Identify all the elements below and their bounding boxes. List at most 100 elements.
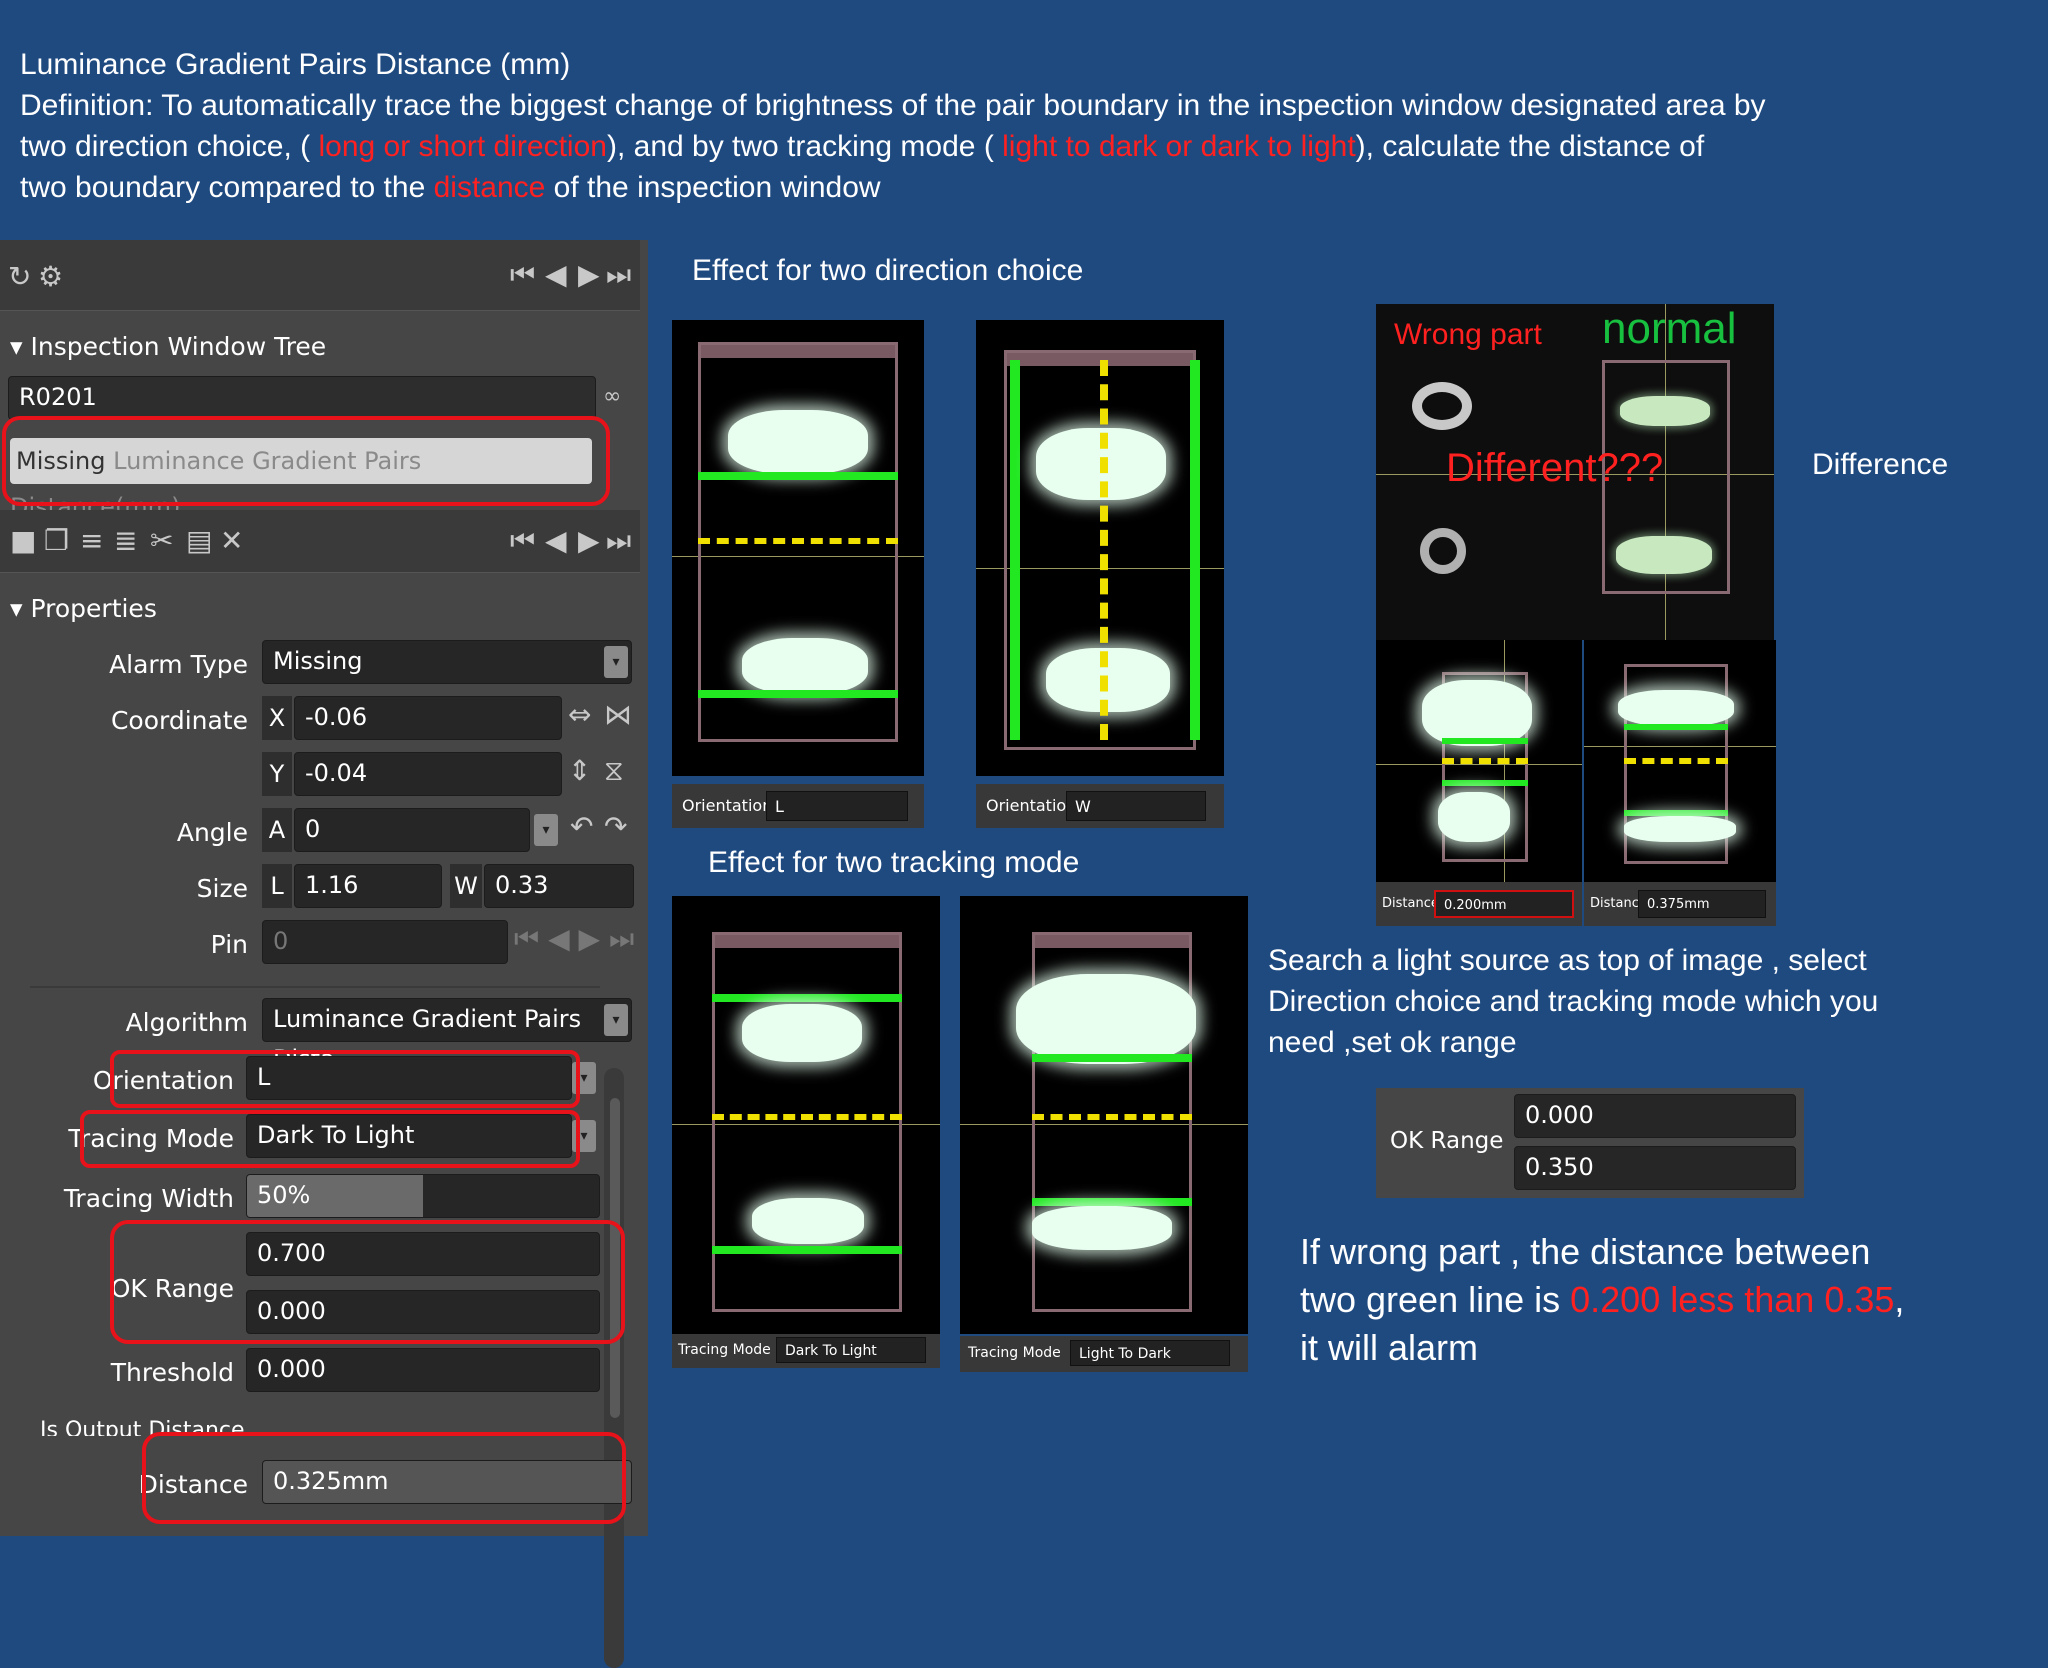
pin-input[interactable]: 0 bbox=[262, 920, 508, 964]
tree-header[interactable]: ▾ Inspection Window Tree bbox=[10, 332, 326, 361]
pin-nav-icon[interactable]: ⏮ ◀ ▶ ⏭ bbox=[514, 922, 634, 956]
direction-long-image bbox=[672, 320, 924, 776]
prev-icon[interactable]: ◀ bbox=[545, 258, 567, 291]
orientation-control-l: Orientation L bbox=[672, 784, 924, 828]
last-icon[interactable]: ⏭ bbox=[606, 258, 631, 292]
divider bbox=[30, 986, 600, 988]
highlight-distance bbox=[142, 1432, 626, 1524]
next-icon[interactable]: ▶ bbox=[578, 258, 600, 291]
tracking-highlight: light to dark or dark to light bbox=[1002, 130, 1356, 163]
prev-icon-2[interactable]: ◀ bbox=[545, 524, 567, 557]
definition-line-1: Definition: To automatically trace the b… bbox=[20, 89, 1766, 122]
highlight-missing bbox=[2, 416, 610, 506]
ok-range-panel-max[interactable]: 0.000 bbox=[1514, 1094, 1796, 1138]
tracking-dark-to-light-image bbox=[672, 896, 940, 1334]
top-toolbar: ↻ ⚙ ⏮ ◀ ▶ ⏭ bbox=[0, 240, 640, 311]
coordinate-label: Coordinate bbox=[110, 706, 248, 735]
orientation-control-w: Orientation W bbox=[976, 784, 1224, 828]
definition-line-3: two boundary compared to the distance of… bbox=[20, 171, 881, 204]
tracing-mode-select-dtl[interactable]: Dark To Light bbox=[776, 1337, 926, 1363]
edit-toolbar: ■ ❐ ≡ ≣ ✂ ▤ ✕ ⏮ ◀ ▶ ⏭ bbox=[0, 510, 640, 573]
next-icon-2[interactable]: ▶ bbox=[578, 524, 600, 557]
normal-label: normal bbox=[1602, 304, 1737, 353]
chevron-down-icon[interactable]: ▾ bbox=[604, 646, 628, 678]
w-tag: W bbox=[450, 864, 482, 908]
algorithm-select[interactable]: Luminance Gradient Pairs Dista bbox=[262, 998, 632, 1073]
orientation-select-w[interactable]: W bbox=[1066, 791, 1206, 821]
align-icon[interactable]: ≡ bbox=[80, 524, 103, 557]
threshold-label: Threshold bbox=[110, 1358, 234, 1387]
l-tag: L bbox=[262, 864, 292, 908]
rotate-left-icon[interactable]: ↶ bbox=[570, 810, 593, 843]
angle-label: Angle bbox=[176, 818, 248, 847]
delete-icon[interactable]: ✕ bbox=[220, 524, 243, 557]
tracing-mode-control-ltd: Tracing Mode Light To Dark bbox=[960, 1336, 1248, 1372]
ok-range-panel-label: OK Range bbox=[1390, 1128, 1504, 1154]
y-input[interactable]: -0.04 bbox=[294, 752, 562, 796]
alarm-type-select[interactable]: Missing bbox=[262, 640, 632, 684]
rotate-right-icon[interactable]: ↷ bbox=[604, 810, 627, 843]
flip-h-icon[interactable]: ⋈ bbox=[604, 698, 632, 731]
highlight-orientation bbox=[110, 1050, 580, 1108]
move-v-icon[interactable]: ⇕ bbox=[568, 754, 591, 787]
angle-input[interactable]: 0 bbox=[294, 808, 530, 852]
tracking-light-to-dark-image bbox=[960, 896, 1248, 1334]
first-icon[interactable]: ⏮ bbox=[510, 258, 535, 292]
tracing-width-slider[interactable]: 50% bbox=[246, 1174, 600, 1218]
refresh-icon[interactable]: ↻ bbox=[8, 260, 31, 293]
orientation-select-l[interactable]: L bbox=[766, 791, 908, 821]
tracing-width-label: Tracing Width bbox=[63, 1184, 234, 1213]
algorithm-label: Algorithm bbox=[125, 1008, 248, 1037]
align-right-icon[interactable]: ≣ bbox=[114, 524, 137, 557]
chevron-down-icon[interactable]: ▾ bbox=[534, 814, 558, 846]
x-input[interactable]: -0.06 bbox=[294, 696, 562, 740]
tracing-mode-select-ltd[interactable]: Light To Dark bbox=[1070, 1340, 1230, 1366]
tree-item-r0201[interactable]: R0201 bbox=[8, 376, 596, 420]
normal-distance-control: Distance 0.375mm bbox=[1584, 882, 1776, 926]
chevron-down-icon[interactable]: ▾ bbox=[604, 1004, 628, 1036]
wrong-part-label: Wrong part bbox=[1394, 318, 1542, 351]
first-icon-2[interactable]: ⏮ bbox=[510, 524, 535, 558]
different-label: Different??? bbox=[1446, 446, 1664, 490]
direction-short-image bbox=[976, 320, 1224, 776]
wrong-distance-value: 0.200mm bbox=[1434, 890, 1574, 918]
cut-icon[interactable]: ✂ bbox=[150, 524, 173, 557]
highlight-ok-range bbox=[110, 1220, 625, 1344]
direction-highlight: long or short direction bbox=[318, 130, 607, 163]
alarm-explanation: If wrong part , the distance between two… bbox=[1300, 1231, 1905, 1368]
move-h-icon[interactable]: ⇔ bbox=[568, 698, 591, 731]
wrong-part-measure-image bbox=[1376, 640, 1582, 882]
properties-panel: ↻ ⚙ ⏮ ◀ ▶ ⏭ ▾ Inspection Window Tree R02… bbox=[0, 240, 648, 1668]
length-input[interactable]: 1.16 bbox=[294, 864, 442, 908]
instruction-text: Search a light source as top of image , … bbox=[1268, 944, 1879, 1059]
ok-range-panel: OK Range 0.000 0.350 bbox=[1376, 1088, 1804, 1198]
normal-part-measure-image bbox=[1584, 640, 1776, 882]
settings-icon[interactable]: ⚙ bbox=[38, 260, 63, 293]
slide-title: Luminance Gradient Pairs Distance (mm) bbox=[20, 48, 571, 81]
alarm-type-label: Alarm Type bbox=[109, 650, 248, 679]
tracing-mode-control-dtl: Tracing Mode Dark To Light bbox=[672, 1334, 940, 1368]
square-icon[interactable]: ■ bbox=[10, 524, 36, 557]
link-icon[interactable]: ∞ bbox=[603, 384, 621, 409]
definition-block: Luminance Gradient Pairs Distance (mm) D… bbox=[20, 44, 2010, 208]
paste-icon[interactable]: ▤ bbox=[186, 524, 212, 557]
size-label: Size bbox=[196, 874, 248, 903]
ok-range-panel-min[interactable]: 0.350 bbox=[1514, 1146, 1796, 1190]
tracking-caption: Effect for two tracking mode bbox=[708, 846, 1080, 879]
difference-label: Difference bbox=[1812, 448, 1949, 481]
alarm-value-highlight: 0.200 less than 0.35 bbox=[1570, 1279, 1895, 1320]
last-icon-2[interactable]: ⏭ bbox=[606, 524, 631, 558]
threshold-input[interactable]: 0.000 bbox=[246, 1348, 600, 1392]
pin-label: Pin bbox=[210, 930, 248, 959]
width-input[interactable]: 0.33 bbox=[484, 864, 634, 908]
x-tag: X bbox=[262, 696, 292, 740]
distance-highlight: distance bbox=[433, 171, 546, 204]
direction-caption: Effect for two direction choice bbox=[692, 254, 1084, 287]
wrong-distance-control: Distance 0.200mm bbox=[1376, 882, 1582, 926]
flip-v-icon[interactable]: ⧖ bbox=[604, 754, 624, 788]
normal-distance-value: 0.375mm bbox=[1638, 890, 1766, 918]
highlight-tracing-mode bbox=[80, 1110, 580, 1168]
y-tag: Y bbox=[262, 752, 292, 796]
copy-icon[interactable]: ❐ bbox=[44, 524, 69, 557]
properties-header[interactable]: ▾ Properties bbox=[10, 594, 157, 623]
